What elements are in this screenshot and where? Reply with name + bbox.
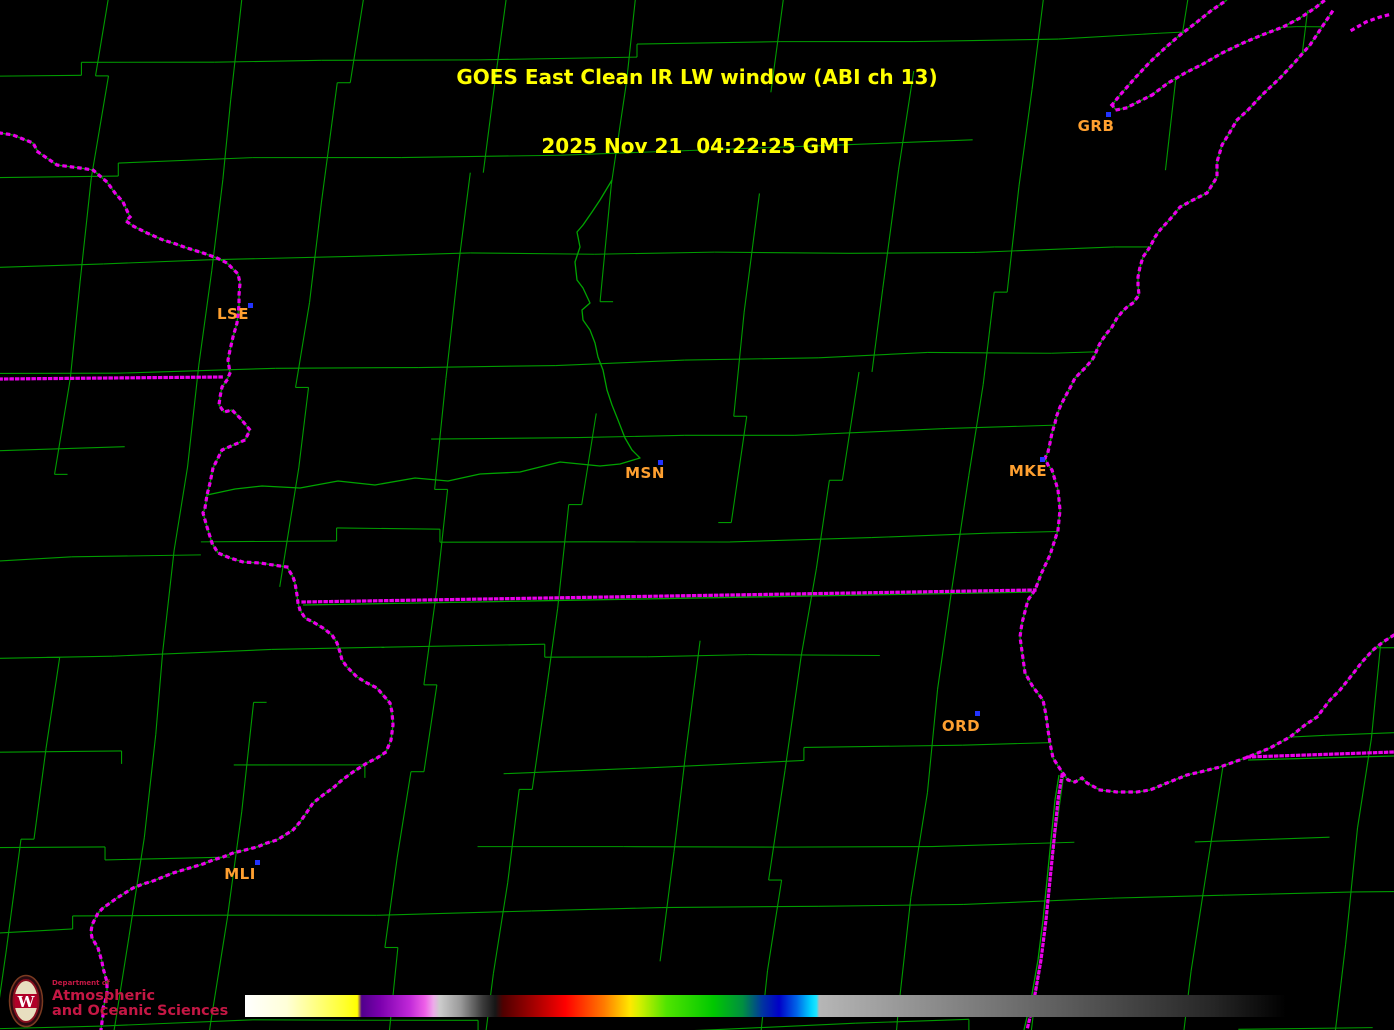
- uw-crest-icon: W: [8, 974, 44, 1028]
- station-dot-mli-icon: [254, 859, 260, 865]
- station-label-grb: GRB: [1077, 117, 1115, 135]
- logo-line-2: and Oceanic Sciences: [52, 1003, 229, 1020]
- mississippi-state-border: [0, 131, 395, 1030]
- station-dot-ord-icon: [974, 710, 980, 716]
- satellite-map-view: GOES East Clean IR LW window (ABI ch 13)…: [0, 0, 1394, 1030]
- wisconsin-river: [206, 179, 641, 496]
- logo-text: Department of Atmospheric and Oceanic Sc…: [52, 974, 228, 1019]
- il-in-border-line: [1023, 774, 1060, 1030]
- station-dot-grb-icon: [1105, 111, 1111, 117]
- title-line-2: 2025 Nov 21 04:22:25 GMT: [541, 134, 853, 158]
- svg-text:W: W: [17, 993, 36, 1011]
- station-label-ord: ORD: [941, 717, 981, 735]
- station-label-lse: LSE: [216, 305, 250, 323]
- station-label-mke: MKE: [1008, 462, 1048, 480]
- logo-line-1: Atmospheric: [52, 988, 156, 1005]
- mn-ia-border: [0, 375, 224, 381]
- mississippi-riverbank: [0, 132, 394, 1030]
- temperature-colorbar: [245, 995, 1286, 1017]
- station-dot-mke-icon: [1039, 456, 1045, 462]
- station-label-mli: MLI: [224, 865, 256, 883]
- wi-il-border: [301, 588, 1037, 604]
- wi-il-border-line: [302, 591, 1036, 606]
- uw-aos-logo: W Department of Atmospheric and Oceanic …: [8, 974, 228, 1028]
- image-title: GOES East Clean IR LW window (ABI ch 13)…: [0, 20, 1394, 204]
- logo-dept-line: Department of: [52, 979, 110, 987]
- station-label-msn: MSN: [625, 464, 665, 482]
- title-line-1: GOES East Clean IR LW window (ABI ch 13): [456, 65, 938, 89]
